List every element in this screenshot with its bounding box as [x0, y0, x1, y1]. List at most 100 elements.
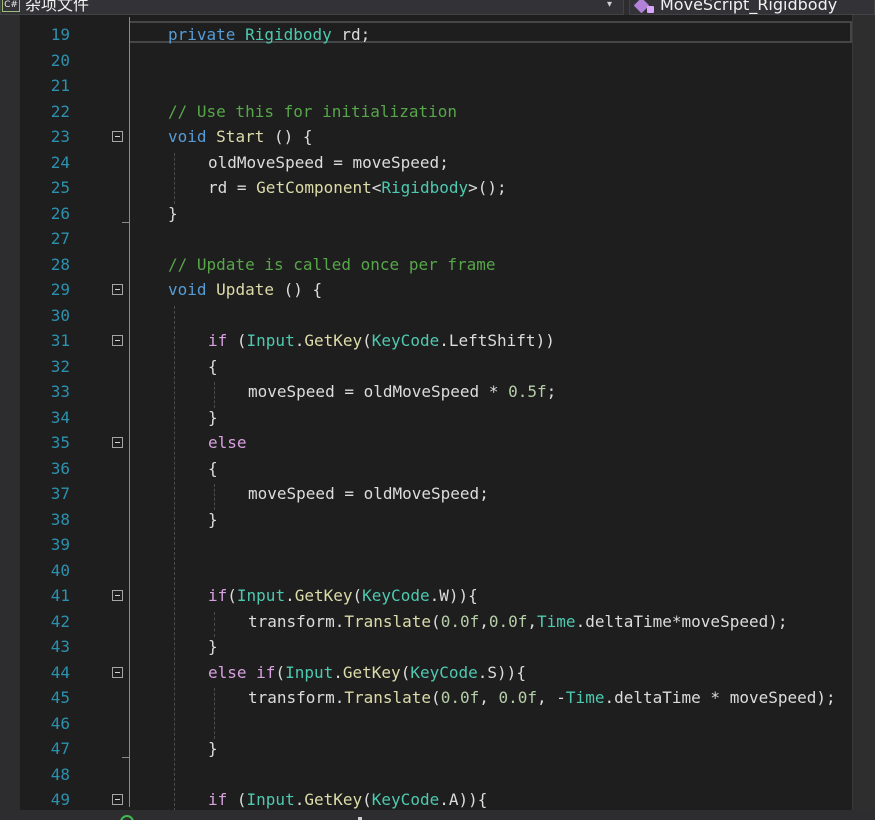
- line-number: 46: [50, 713, 70, 733]
- collapse-region-icon[interactable]: [112, 131, 123, 142]
- code-token: Input: [236, 586, 286, 605]
- code-token: else: [208, 433, 247, 452]
- line-number: 45: [50, 688, 70, 707]
- code-token: }: [208, 637, 218, 656]
- code-line: transform.Translate(0.0f,0.0f,Time.delta…: [248, 609, 788, 634]
- code-token: (: [227, 586, 237, 605]
- code-token: Input: [285, 662, 334, 682]
- code-token: GetKey: [294, 586, 353, 605]
- chevron-down-icon[interactable]: ▾: [607, 0, 612, 14]
- code-token: .: [294, 790, 305, 809]
- code-token: (: [352, 586, 363, 605]
- line-number: 47: [50, 739, 70, 758]
- code-line: if(Input.GetKey(KeyCode.W)){: [208, 583, 478, 608]
- line-number: 33: [50, 382, 70, 401]
- class-dropdown[interactable]: MoveScript_Rigidbody: [629, 0, 875, 15]
- code-token: rd;: [331, 25, 371, 44]
- code-token: {: [208, 356, 218, 376]
- collapse-region-icon[interactable]: [112, 437, 123, 448]
- editor-left-margin: [0, 15, 20, 810]
- code-token: , -: [537, 688, 566, 707]
- line-number: 27: [50, 229, 70, 248]
- project-dropdown[interactable]: C# 杂项文件 ▾: [0, 0, 624, 15]
- line-number: 29: [50, 280, 70, 299]
- line-number: 36: [50, 458, 70, 478]
- code-token: deltaTime * moveSpeed: [614, 688, 817, 707]
- code-line: // Update is called once per frame: [168, 252, 496, 277]
- collapse-region-icon[interactable]: [112, 284, 123, 295]
- code-token: Time: [537, 611, 576, 631]
- code-token: (: [362, 331, 372, 350]
- code-line: else if(Input.GetKey(KeyCode.S)){: [208, 660, 526, 685]
- code-token: .: [429, 586, 440, 605]
- code-token: moveSpeed = oldMoveSpeed *: [248, 382, 509, 401]
- code-token: GetComponent: [256, 178, 372, 197]
- line-number: 31: [50, 331, 70, 350]
- code-line: }: [168, 201, 178, 226]
- line-number: 22: [50, 101, 70, 121]
- code-token: GetKey: [304, 790, 363, 809]
- code-line: if (Input.GetKey(KeyCode.LeftShift)): [208, 328, 555, 353]
- code-token: KeyCode: [410, 662, 478, 682]
- code-token: void: [168, 280, 207, 299]
- class-dropdown-label: MoveScript_Rigidbody: [660, 0, 838, 14]
- code-line: }: [208, 736, 218, 761]
- code-line: void Start () {: [168, 124, 313, 149]
- code-token: Rigidbody: [245, 25, 332, 44]
- code-token: else: [208, 662, 247, 682]
- collapse-region-icon[interactable]: [112, 335, 123, 346]
- code-token: )): [448, 586, 469, 605]
- code-token: ,: [479, 688, 499, 707]
- code-token: rd =: [208, 178, 257, 197]
- code-line: private Rigidbody rd;: [168, 22, 370, 47]
- vertical-scrollbar[interactable]: [852, 15, 875, 810]
- code-line: {: [208, 456, 218, 481]
- region-end-marker: [122, 757, 130, 758]
- code-token: 0.0f: [440, 611, 480, 631]
- code-token: 0.0f: [488, 611, 528, 631]
- collapse-region-icon[interactable]: [112, 794, 123, 805]
- code-token: {: [516, 662, 526, 682]
- code-token: }: [208, 509, 218, 529]
- code-token: KeyCode: [371, 331, 440, 350]
- line-number: 28: [50, 254, 70, 274]
- code-token: deltaTime*moveSpeed: [585, 611, 769, 631]
- code-token: Input: [246, 790, 295, 809]
- code-token: Translate: [344, 611, 432, 631]
- code-token: LeftShift: [448, 331, 536, 350]
- indent-guide: [174, 152, 175, 204]
- line-number: 42: [50, 611, 70, 631]
- line-number: 39: [50, 535, 70, 554]
- code-token: GetKey: [342, 662, 401, 682]
- code-line: }: [208, 405, 218, 430]
- code-token: S: [487, 662, 498, 682]
- code-token: .: [285, 586, 295, 605]
- code-line: }: [208, 634, 218, 659]
- code-token: () {: [273, 280, 323, 299]
- code-editor[interactable]: private Rigidbody rd; // Use this for ini…: [130, 15, 852, 810]
- code-token: if: [208, 586, 228, 605]
- line-number: 43: [50, 637, 70, 656]
- code-token: {: [477, 790, 488, 809]
- code-token: >();: [468, 178, 507, 197]
- line-number: 35: [50, 433, 70, 452]
- code-token: Update: [216, 280, 274, 299]
- code-token: A: [448, 790, 459, 809]
- line-number: 23: [50, 127, 70, 146]
- collapse-region-icon[interactable]: [112, 666, 123, 678]
- collapse-region-icon[interactable]: [112, 590, 123, 601]
- code-token: moveSpeed = oldMoveSpeed;: [248, 484, 489, 503]
- code-token: .: [334, 611, 345, 631]
- region-end-marker: [122, 221, 130, 223]
- line-number: 44: [50, 662, 70, 682]
- code-token: }: [168, 203, 178, 223]
- code-token: );: [768, 611, 788, 631]
- line-number: 24: [50, 152, 70, 172]
- code-token: ,: [479, 611, 489, 631]
- code-token: ;: [546, 382, 557, 401]
- code-token: .: [439, 331, 449, 350]
